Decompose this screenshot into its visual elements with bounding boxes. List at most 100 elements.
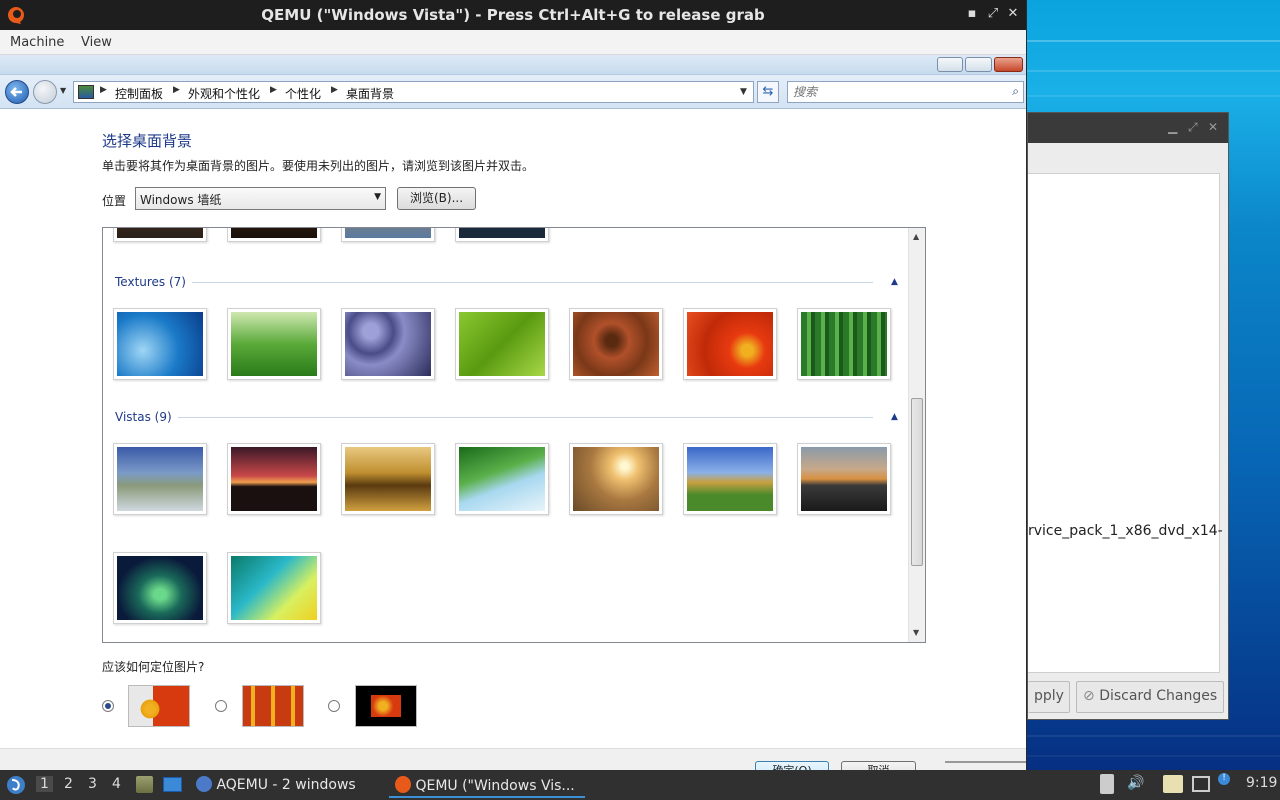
wallpaper-leaf[interactable] [455,308,549,380]
search-box[interactable]: ⌕ [787,81,1024,103]
position-tile-preview[interactable] [242,685,304,727]
location-select[interactable]: Windows 墙纸 ▼ [135,187,386,210]
back-button[interactable] [5,80,29,104]
workspace-2[interactable]: 2 [64,776,73,792]
vista-maximize-button[interactable] [965,57,992,72]
wallpaper-fish[interactable] [113,308,207,380]
address-bar[interactable]: ▶ 控制面板 ▶ 外观和个性化 ▶ 个性化 ▶ 桌面背景 ▼ [73,81,754,103]
maximize-icon[interactable]: ⤢ [1188,120,1198,135]
clock[interactable]: 9:19 [1246,775,1277,791]
qemu-icon [395,776,411,793]
vista-window-frame [0,55,1026,75]
wallpaper-river[interactable] [113,443,207,515]
file-manager-icon[interactable] [136,776,153,793]
position-center-preview[interactable] [355,685,417,727]
qemu-window: QEMU ("Windows Vista") - Press Ctrl+Alt+… [0,0,1027,770]
wallpaper-grass[interactable] [227,308,321,380]
location-label: 位置 [102,194,127,208]
recent-pages-icon[interactable]: ▼ [60,86,66,95]
page-title: 选择桌面背景 [102,132,193,150]
search-icon[interactable]: ⌕ [1012,84,1019,99]
wallpaper-pebbles[interactable] [341,308,435,380]
wallpaper-thumb[interactable] [455,228,549,242]
footer-divider [945,761,1026,763]
cancel-button[interactable]: 取消 [841,761,916,770]
breadcrumb-appearance[interactable]: 外观和个性化 [188,85,260,102]
gallery-scrollbar[interactable]: ▲ ▼ [908,228,925,642]
wallpaper-palm[interactable] [455,443,549,515]
page-description: 单击要将其作为桌面背景的图片。要使用未列出的图片，请浏览到该图片并双击。 [102,159,535,173]
vista-minimize-button[interactable] [937,57,963,72]
clipboard-icon[interactable] [1100,774,1114,794]
wallpaper-daisy[interactable] [683,308,777,380]
minimize-icon[interactable]: ▪ [965,6,979,21]
network-icon[interactable] [1192,776,1210,792]
workspace-4[interactable]: 4 [112,776,121,792]
group-divider [173,417,873,418]
group-header-textures[interactable]: Textures (7) [115,275,192,289]
position-radio-fill[interactable] [102,700,114,712]
scroll-up-icon[interactable]: ▲ [913,232,919,241]
qemu-window-title: QEMU ("Windows Vista") - Press Ctrl+Alt+… [261,6,765,24]
discard-icon: ⊘ [1083,688,1095,704]
wallpaper-vista-waves[interactable] [227,552,321,624]
volume-icon[interactable]: 🔊 [1127,775,1144,791]
vista-close-button[interactable] [994,57,1023,72]
close-icon[interactable]: ✕ [1208,120,1218,134]
forward-button[interactable] [33,80,57,104]
workspace-3[interactable]: 3 [88,776,97,792]
wallpaper-bamboo[interactable] [797,308,891,380]
location-select-value: Windows 墙纸 [140,193,222,207]
desktop-background-page: 选择桌面背景 单击要将其作为桌面背景的图片。要使用未列出的图片，请浏览到该图片并… [0,110,1026,770]
background-window: ▁ ⤢ ✕ rvice_pack_1_x86_dvd_x14- pply ⊘ D… [1027,112,1229,720]
group-header-vistas[interactable]: Vistas (9) [115,410,178,424]
chevron-down-icon[interactable]: ▼ [740,87,747,97]
menu-view[interactable]: View [81,35,112,50]
scroll-down-icon[interactable]: ▼ [913,628,919,637]
position-radio-center[interactable] [328,700,340,712]
apply-button[interactable]: pply [1028,681,1070,713]
wallpaper-thumb[interactable] [113,228,207,242]
position-fill-preview[interactable] [128,685,190,727]
taskbar-qemu-vista[interactable]: QEMU ("Windows Vis... [389,773,585,798]
wallpaper-thumb[interactable] [227,228,321,242]
restore-icon[interactable]: ⤢ [986,6,1000,21]
show-desktop-icon[interactable] [163,777,182,792]
minimize-icon[interactable]: ▁ [1168,120,1177,134]
discard-changes-button[interactable]: ⊘ Discard Changes [1076,681,1225,713]
dialog-footer: 确定(O) 取消 [0,748,1026,770]
ok-button[interactable]: 确定(O) [755,761,829,770]
scrollbar-thumb[interactable] [911,398,923,566]
notes-icon[interactable] [1163,775,1183,793]
start-menu-icon[interactable] [6,775,26,795]
breadcrumb-control-panel[interactable]: 控制面板 [115,85,163,102]
collapse-icon[interactable]: ▲ [891,277,898,287]
menu-machine[interactable]: Machine [10,35,64,50]
taskbar-qemu-label: QEMU ("Windows Vis... [415,778,575,794]
close-icon[interactable]: ✕ [1006,6,1020,21]
breadcrumb-personalization[interactable]: 个性化 [285,85,321,102]
workspace-1[interactable]: 1 [36,776,53,792]
qemu-titlebar[interactable]: QEMU ("Windows Vista") - Press Ctrl+Alt+… [0,0,1026,30]
wallpaper-wood[interactable] [569,308,663,380]
browse-button[interactable]: 浏览(B)... [397,187,476,210]
notification-icon[interactable]: ! [1218,773,1230,785]
position-label: 应该如何定位图片? [102,660,205,674]
wallpaper-aurora[interactable] [113,552,207,624]
taskbar-aqemu[interactable]: AQEMU - 2 windows [196,773,356,798]
wallpaper-lake[interactable] [797,443,891,515]
refresh-button[interactable]: ⇆ [757,81,779,103]
collapse-icon[interactable]: ▲ [891,412,898,422]
position-radio-tile[interactable] [215,700,227,712]
wallpaper-hills[interactable] [683,443,777,515]
refresh-icon: ⇆ [762,84,774,99]
wallpaper-thumb[interactable] [341,228,435,242]
wallpaper-sunset[interactable] [227,443,321,515]
wallpaper-field[interactable] [569,443,663,515]
chevron-right-icon: ▶ [270,85,277,95]
wallpaper-rocks[interactable] [341,443,435,515]
breadcrumb-desktop-background[interactable]: 桌面背景 [346,85,394,102]
apply-button-label: pply [1034,688,1064,704]
search-input[interactable] [788,82,988,102]
iso-filename: rvice_pack_1_x86_dvd_x14- [1028,523,1223,539]
